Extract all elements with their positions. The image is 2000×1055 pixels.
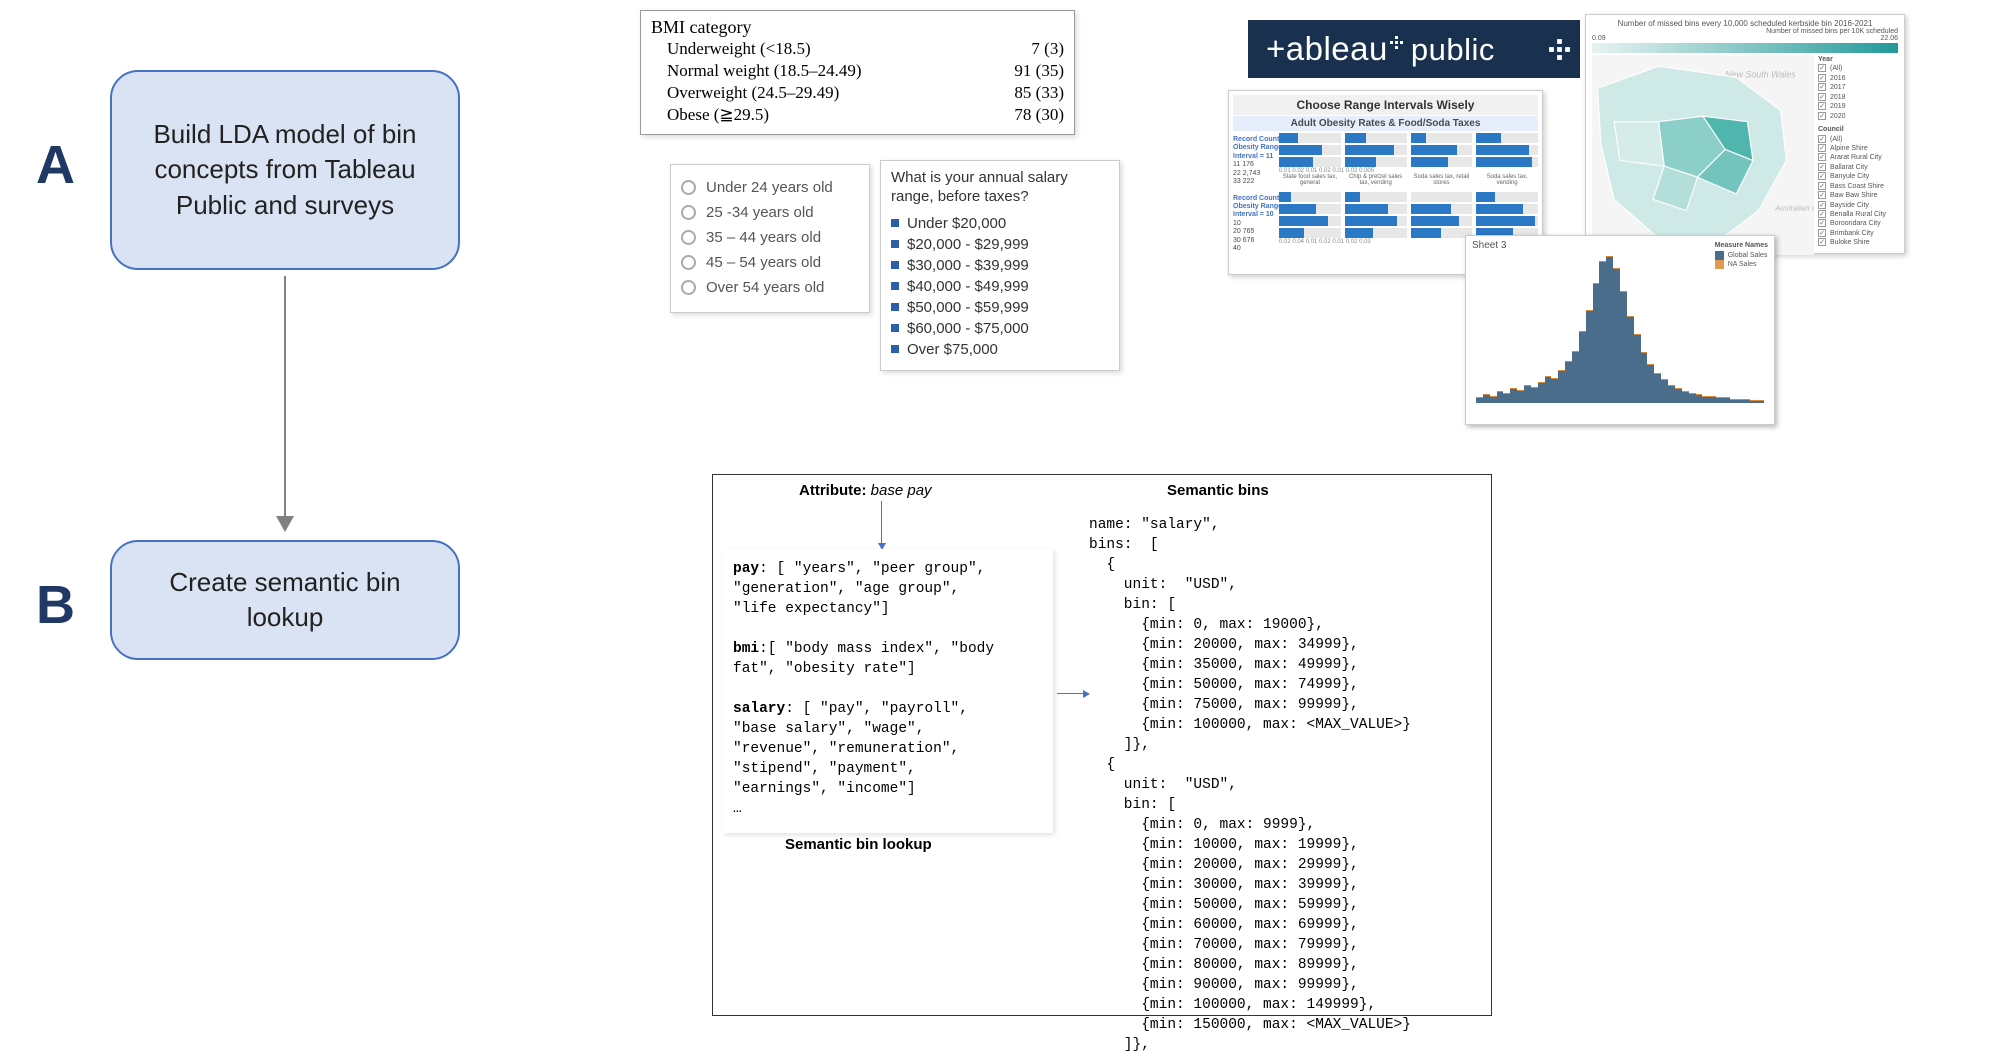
map-year-option[interactable]: ✓2018 bbox=[1818, 93, 1898, 102]
radio-icon bbox=[681, 205, 696, 220]
map-thumb: Number of missed bins every 10,000 sched… bbox=[1585, 14, 1905, 254]
histogram-thumb: Sheet 3 Measure Names Global Sales NA Sa… bbox=[1465, 235, 1775, 425]
lookup-snippet: pay: [ "years", "peer group", "generatio… bbox=[723, 549, 1053, 833]
bullet-icon bbox=[891, 345, 899, 353]
map-year-option[interactable]: ✓2016 bbox=[1818, 74, 1898, 83]
plus-icon bbox=[1390, 36, 1403, 49]
map-council-option[interactable]: ✓Brimbank City bbox=[1818, 229, 1898, 238]
bullet-icon bbox=[891, 219, 899, 227]
arrow-down-icon bbox=[881, 501, 882, 545]
map-council-option[interactable]: ✓(All) bbox=[1818, 135, 1898, 144]
radio-icon bbox=[681, 180, 696, 195]
salary-survey-card: What is your annual salary range, before… bbox=[880, 160, 1120, 371]
bmi-header: BMI category bbox=[651, 17, 1064, 38]
bmi-table: BMI category Underweight (<18.5)7 (3) No… bbox=[640, 10, 1075, 135]
salary-option: $40,000 - $49,999 bbox=[891, 276, 1109, 297]
step-letter-a: A bbox=[36, 134, 75, 196]
bmi-row: Obese (≧29.5)78 (30) bbox=[651, 104, 1064, 126]
bars-left-panel-2: Record Counts: Obesity Range Interval = … bbox=[1233, 191, 1277, 254]
map-year-option[interactable]: ✓2019 bbox=[1818, 102, 1898, 111]
salary-option: Under $20,000 bbox=[891, 213, 1109, 234]
bmi-row: Normal weight (18.5–24.49)91 (35) bbox=[651, 60, 1064, 82]
step-box-a-text: Build LDA model of bin concepts from Tab… bbox=[132, 117, 438, 222]
map-color-gradient bbox=[1592, 43, 1898, 53]
step-box-b-text: Create semantic bin lookup bbox=[132, 565, 438, 635]
map-council-option[interactable]: ✓Buloke Shire bbox=[1818, 238, 1898, 247]
salary-question: What is your annual salary range, before… bbox=[891, 169, 1109, 207]
hist-legend: Measure Names Global Sales NA Sales bbox=[1715, 242, 1768, 269]
map-council-option[interactable]: ✓Benalla Rural City bbox=[1818, 210, 1898, 219]
semantic-bins-snippet: name: "salary", bins: [ { unit: "USD", b… bbox=[1089, 515, 1411, 1055]
plus-icon bbox=[1549, 39, 1570, 60]
map-year-option[interactable]: ✓(All) bbox=[1818, 64, 1898, 73]
map-council-option[interactable]: ✓Baw Baw Shire bbox=[1818, 191, 1898, 200]
radio-icon bbox=[681, 280, 696, 295]
bmi-row: Overweight (24.5–29.49)85 (33) bbox=[651, 82, 1064, 104]
step-box-a: Build LDA model of bin concepts from Tab… bbox=[110, 70, 460, 270]
bars-subtitle: Adult Obesity Rates & Food/Soda Taxes bbox=[1233, 116, 1538, 131]
map-council-option[interactable]: ✓Alpine Shire bbox=[1818, 144, 1898, 153]
salary-option: Over $75,000 bbox=[891, 339, 1109, 360]
map-filters: Year ✓(All)✓2016✓2017✓2018✓2019✓2020 Cou… bbox=[1818, 55, 1898, 255]
map-choropleth: New South Wales Australian Capital Terri… bbox=[1592, 55, 1814, 255]
age-option[interactable]: Under 24 years old bbox=[681, 175, 859, 200]
semantic-bin-panel: Attribute: base pay Semantic bins pay: [… bbox=[712, 474, 1492, 1016]
bmi-row: Underweight (<18.5)7 (3) bbox=[651, 38, 1064, 60]
arrow-right-icon bbox=[1057, 693, 1085, 694]
bullet-icon bbox=[891, 303, 899, 311]
salary-option: $50,000 - $59,999 bbox=[891, 297, 1109, 318]
age-survey-card: Under 24 years old 25 -34 years old 35 –… bbox=[670, 164, 870, 313]
salary-option: $30,000 - $39,999 bbox=[891, 255, 1109, 276]
lookup-label: Semantic bin lookup bbox=[785, 835, 932, 856]
map-council-option[interactable]: ✓Boroondara City bbox=[1818, 219, 1898, 228]
map-year-option[interactable]: ✓2020 bbox=[1818, 112, 1898, 121]
map-council-option[interactable]: ✓Ararat Rural City bbox=[1818, 153, 1898, 162]
step-letter-b: B bbox=[36, 574, 75, 636]
age-option[interactable]: 25 -34 years old bbox=[681, 200, 859, 225]
map-title: Number of missed bins every 10,000 sched… bbox=[1592, 19, 1898, 28]
bullet-icon bbox=[891, 324, 899, 332]
legend-swatch bbox=[1715, 251, 1724, 260]
hist-bars bbox=[1472, 253, 1768, 403]
map-gradient-label: Number of missed bins per 10K scheduled bbox=[1592, 28, 1898, 35]
attribute-label: Attribute: base pay bbox=[799, 481, 932, 502]
map-year-option[interactable]: ✓2017 bbox=[1818, 83, 1898, 92]
step-box-b: Create semantic bin lookup bbox=[110, 540, 460, 660]
logo-text-1: +ableau bbox=[1266, 30, 1388, 68]
bullet-icon bbox=[891, 282, 899, 290]
bars-left-panel-1: Record Counts: Obesity Range Interval = … bbox=[1233, 132, 1277, 186]
map-council-option[interactable]: ✓Bayside City bbox=[1818, 201, 1898, 210]
age-option[interactable]: 35 – 44 years old bbox=[681, 225, 859, 250]
logo-text-2: public bbox=[1411, 32, 1495, 68]
svg-text:Australian Capital Territory: Australian Capital Territory bbox=[1774, 204, 1814, 213]
radio-icon bbox=[681, 255, 696, 270]
bars-title: Choose Range Intervals Wisely bbox=[1233, 95, 1538, 115]
tableau-public-logo: +ableau public bbox=[1248, 20, 1580, 78]
age-option[interactable]: Over 54 years old bbox=[681, 275, 859, 300]
radio-icon bbox=[681, 230, 696, 245]
bullet-icon bbox=[891, 261, 899, 269]
legend-swatch bbox=[1715, 260, 1724, 269]
salary-option: $20,000 - $29,999 bbox=[891, 234, 1109, 255]
salary-option: $60,000 - $75,000 bbox=[891, 318, 1109, 339]
bars-grid-1: 0.01 0.02 0.01 0.02 0.01 0.02 0.005 Stat… bbox=[1279, 132, 1538, 187]
map-council-option[interactable]: ✓Banyule City bbox=[1818, 172, 1898, 181]
semantic-bins-label: Semantic bins bbox=[1167, 481, 1269, 502]
bullet-icon bbox=[891, 240, 899, 248]
map-council-option[interactable]: ✓Ballarat City bbox=[1818, 163, 1898, 172]
age-option[interactable]: 45 – 54 years old bbox=[681, 250, 859, 275]
map-council-option[interactable]: ✓Bass Coast Shire bbox=[1818, 182, 1898, 191]
flow-arrow bbox=[284, 276, 286, 518]
